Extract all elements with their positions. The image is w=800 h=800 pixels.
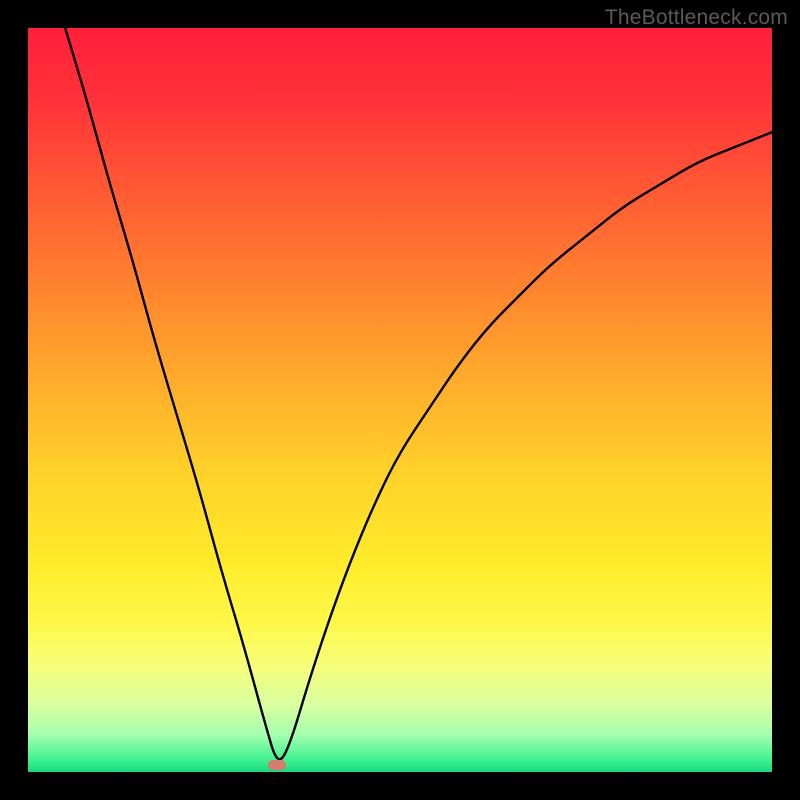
plot-area	[28, 28, 772, 772]
optimal-marker	[268, 760, 286, 770]
watermark-text: TheBottleneck.com	[605, 6, 788, 30]
curve-layer	[28, 28, 772, 772]
bottleneck-curve	[65, 28, 772, 759]
